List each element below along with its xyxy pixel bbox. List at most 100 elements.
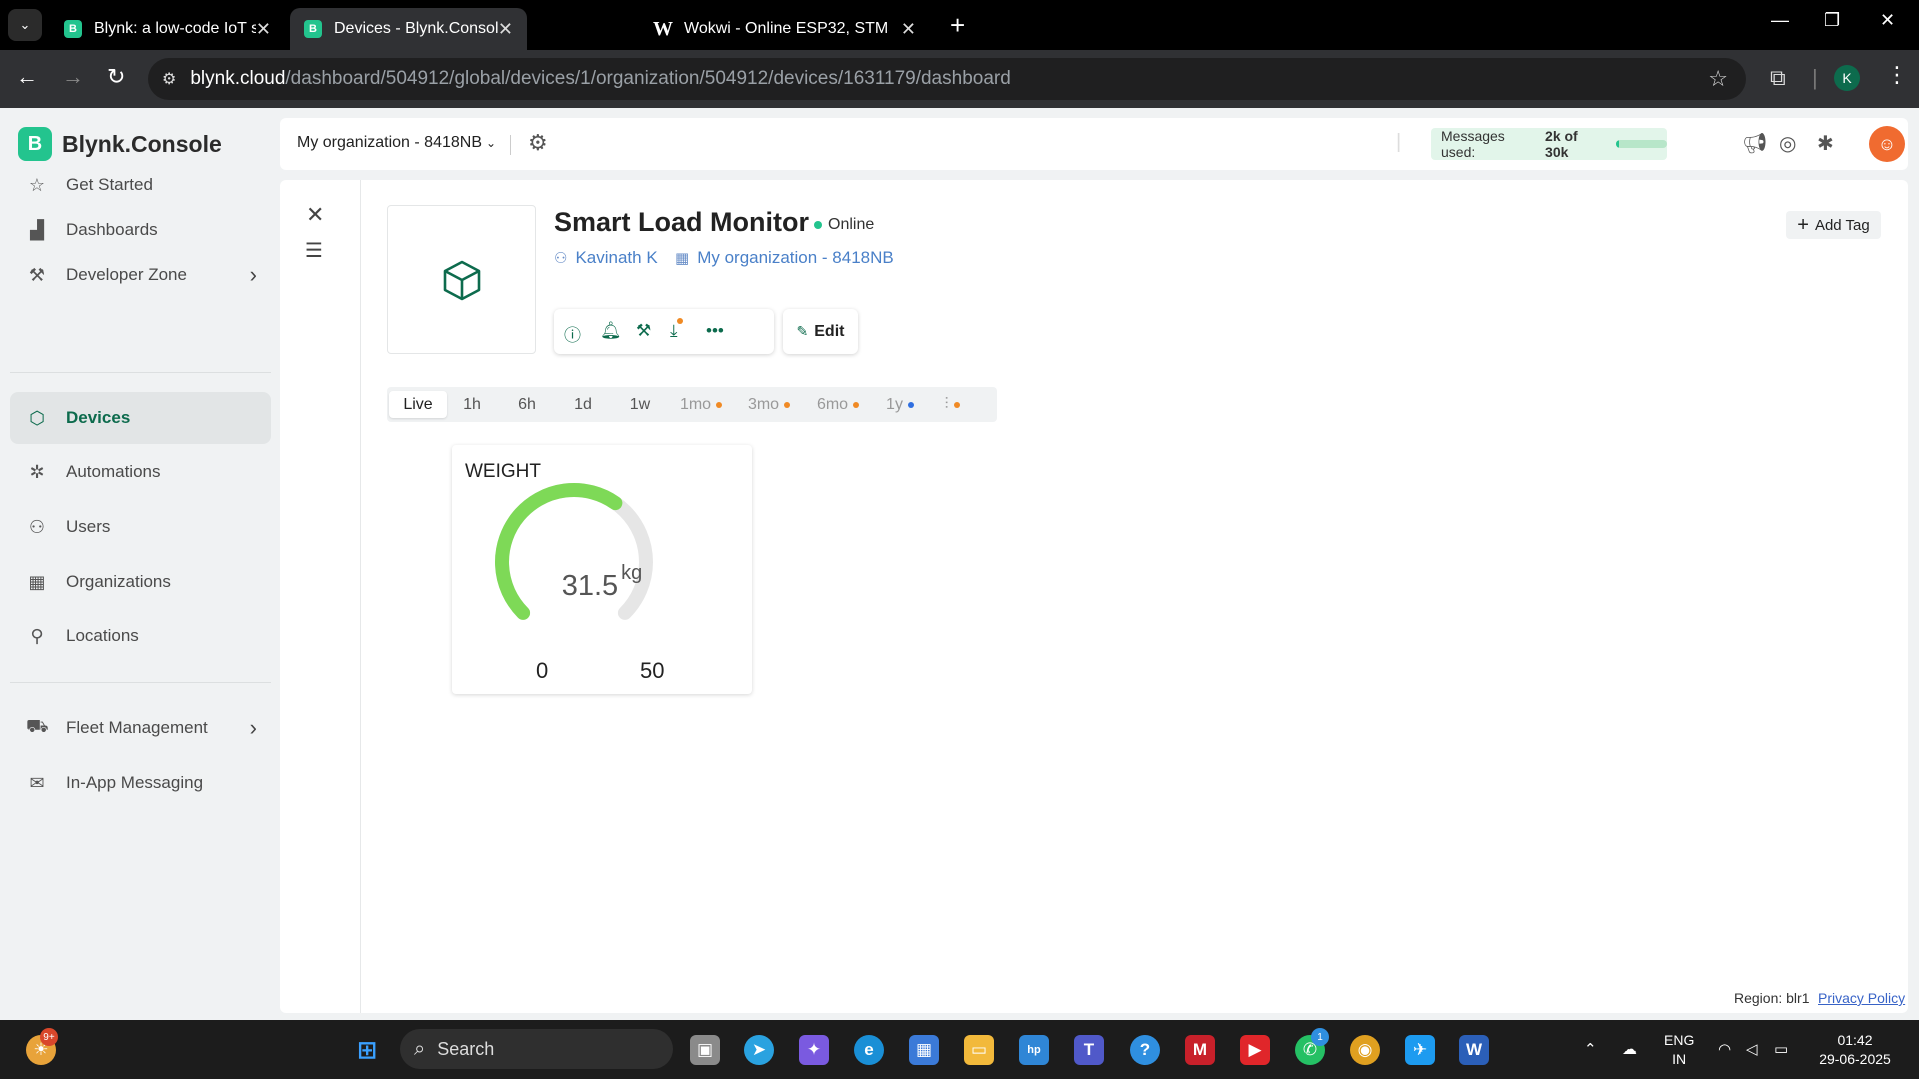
sidebar-item-automations[interactable]: ✲ Automations: [10, 446, 271, 498]
range-1w[interactable]: 1w: [611, 391, 669, 418]
show-hidden-icons-chevron[interactable]: ⌃: [1584, 1040, 1597, 1058]
tools-icon[interactable]: ⚒: [636, 321, 651, 341]
back-icon[interactable]: ←: [16, 64, 38, 90]
taskbar-clock[interactable]: 01:42 29-06-2025: [1810, 1031, 1900, 1069]
bell-icon[interactable]: 🔔︎: [600, 321, 622, 341]
premium-dot: [784, 401, 791, 408]
region-code: IN: [1672, 1051, 1687, 1067]
messages-progress-bar: [1615, 140, 1667, 148]
edit-label: Edit: [814, 322, 845, 340]
sidebar-item-organizations[interactable]: ▦ Organizations: [10, 556, 271, 608]
messages-label: Messages used:: [1441, 128, 1505, 160]
privacy-policy-link[interactable]: Privacy Policy: [1818, 990, 1905, 1006]
organization-selector[interactable]: My organization - 8418NB ⌄: [297, 134, 496, 152]
device-image[interactable]: [387, 205, 536, 354]
wifi-icon[interactable]: ◠: [1718, 1040, 1731, 1058]
task-view-icon[interactable]: ▣: [690, 1035, 720, 1065]
sidebar-item-users[interactable]: ⚇ Users: [10, 501, 271, 553]
minimize-icon[interactable]: —: [1771, 10, 1789, 31]
close-icon[interactable]: ✕: [306, 202, 324, 228]
close-tab-icon[interactable]: ✕: [901, 19, 916, 40]
download-icon[interactable]: ⤓: [670, 318, 683, 341]
gauge-value: 31.5: [561, 570, 619, 602]
brand-logo[interactable]: B Blynk.Console: [18, 127, 222, 161]
close-tab-icon[interactable]: ✕: [256, 19, 271, 40]
help-lifebuoy-icon[interactable]: ◎: [1779, 131, 1796, 156]
close-tab-icon[interactable]: ✕: [498, 19, 513, 40]
help-icon[interactable]: ?: [1130, 1035, 1160, 1065]
volume-icon[interactable]: ◁: [1746, 1040, 1758, 1058]
language-code: ENG: [1664, 1032, 1695, 1048]
sidebar-item-devices[interactable]: ⬡ Devices: [10, 392, 271, 444]
myhp-icon[interactable]: hp: [1019, 1035, 1049, 1065]
browser-profile-avatar[interactable]: K: [1834, 65, 1860, 91]
new-tab-button[interactable]: +: [950, 10, 965, 41]
device-owner-link[interactable]: ⚇ Kavinath K: [554, 248, 658, 268]
range-1mo[interactable]: 1mo: [671, 391, 731, 418]
gear-icon[interactable]: ⚙: [528, 130, 548, 156]
messages-usage[interactable]: Messages used: 2k of 30k: [1431, 128, 1667, 160]
sidebar-item-fleet-management[interactable]: ⛟ Fleet Management ›: [10, 702, 271, 754]
blynk-favicon: B: [64, 20, 82, 38]
sidebar-item-label: Devices: [66, 408, 131, 427]
extensions-icon[interactable]: ⧉: [1770, 65, 1786, 91]
mcafee-icon[interactable]: M: [1185, 1035, 1215, 1065]
copilot-icon[interactable]: ✦: [799, 1035, 829, 1065]
tab-search-dropdown[interactable]: ⌄: [8, 9, 42, 41]
youtube-icon[interactable]: ▶: [1240, 1035, 1270, 1065]
forward-icon[interactable]: →: [62, 64, 84, 90]
restore-icon[interactable]: ❐: [1824, 10, 1840, 31]
add-tag-button[interactable]: + Add Tag: [1786, 211, 1881, 239]
range-3mo[interactable]: 3mo: [739, 391, 799, 418]
user-icon: ⚇: [28, 516, 46, 537]
edge-icon[interactable]: e: [854, 1035, 884, 1065]
brand-name: Blynk.Console: [62, 130, 222, 157]
window-close-icon[interactable]: ✕: [1880, 10, 1895, 31]
announcements-icon[interactable]: 📢︎: [1742, 131, 1767, 156]
start-windows-icon[interactable]: ⊞: [352, 1035, 382, 1065]
range-live[interactable]: Live: [389, 391, 447, 418]
custom-range-button[interactable]: ⫶: [931, 391, 973, 418]
file-explorer-icon[interactable]: ▭: [964, 1035, 994, 1065]
chrome-icon[interactable]: ◉: [1350, 1035, 1380, 1065]
reload-icon[interactable]: ↻: [107, 64, 125, 90]
sidebar-item-locations[interactable]: ⚲ Locations: [10, 610, 271, 662]
twitter-icon[interactable]: ✈: [1405, 1035, 1435, 1065]
tab-blynk-home[interactable]: B Blynk: a low-code IoT software p ✕: [50, 8, 285, 50]
battery-icon[interactable]: ▭: [1774, 1040, 1788, 1058]
range-6h[interactable]: 6h: [499, 391, 555, 418]
info-icon[interactable]: ⓘ: [564, 321, 581, 346]
device-organization-link[interactable]: ▦ My organization - 8418NB: [675, 248, 894, 268]
range-label: 6h: [518, 395, 536, 413]
bug-report-icon[interactable]: ✱: [1817, 131, 1834, 156]
store-icon[interactable]: ▦: [909, 1035, 939, 1065]
teams-icon[interactable]: T: [1074, 1035, 1104, 1065]
language-indicator[interactable]: ENG IN: [1664, 1031, 1694, 1069]
bookmark-star-icon[interactable]: ☆: [1708, 66, 1728, 92]
organization-name: My organization - 8418NB: [697, 248, 894, 267]
sidebar-item-label: Dashboards: [66, 220, 158, 239]
browser-menu-icon[interactable]: ⋮: [1886, 62, 1908, 88]
telegram-icon[interactable]: ➤: [744, 1035, 774, 1065]
range-1d[interactable]: 1d: [557, 391, 609, 418]
user-avatar[interactable]: ☺: [1869, 126, 1905, 162]
taskbar-search[interactable]: ⌕ Search: [400, 1029, 673, 1069]
range-6mo[interactable]: 6mo: [808, 391, 868, 418]
onedrive-icon[interactable]: ☁: [1622, 1040, 1637, 1058]
address-bar[interactable]: ⚙ blynk.cloud /dashboard/504912/global/d…: [148, 58, 1746, 100]
header-divider: [510, 135, 511, 155]
sidebar-item-developer-zone[interactable]: ⚒ Developer Zone ›: [10, 249, 271, 301]
tab-devices[interactable]: B Devices - Blynk.Console ✕: [290, 8, 527, 50]
tab-title: Blynk: a low-code IoT software p: [94, 20, 256, 37]
range-1h[interactable]: 1h: [447, 391, 497, 418]
sidebar-item-label: Organizations: [66, 572, 171, 591]
sidebar-item-in-app-messaging[interactable]: ✉ In-App Messaging: [10, 757, 271, 809]
weight-gauge-widget[interactable]: WEIGHT 31.5 kg 0 50: [452, 445, 752, 694]
tab-wokwi[interactable]: W Wokwi - Online ESP32, STM32, A ✕: [640, 8, 930, 50]
more-options-icon[interactable]: •••: [706, 321, 724, 341]
site-info-icon[interactable]: ⚙: [162, 69, 176, 89]
menu-icon[interactable]: ☰: [305, 238, 323, 263]
range-1y[interactable]: 1y: [877, 391, 923, 418]
word-icon[interactable]: W: [1459, 1035, 1489, 1065]
edit-button[interactable]: ✎ Edit: [783, 309, 858, 354]
